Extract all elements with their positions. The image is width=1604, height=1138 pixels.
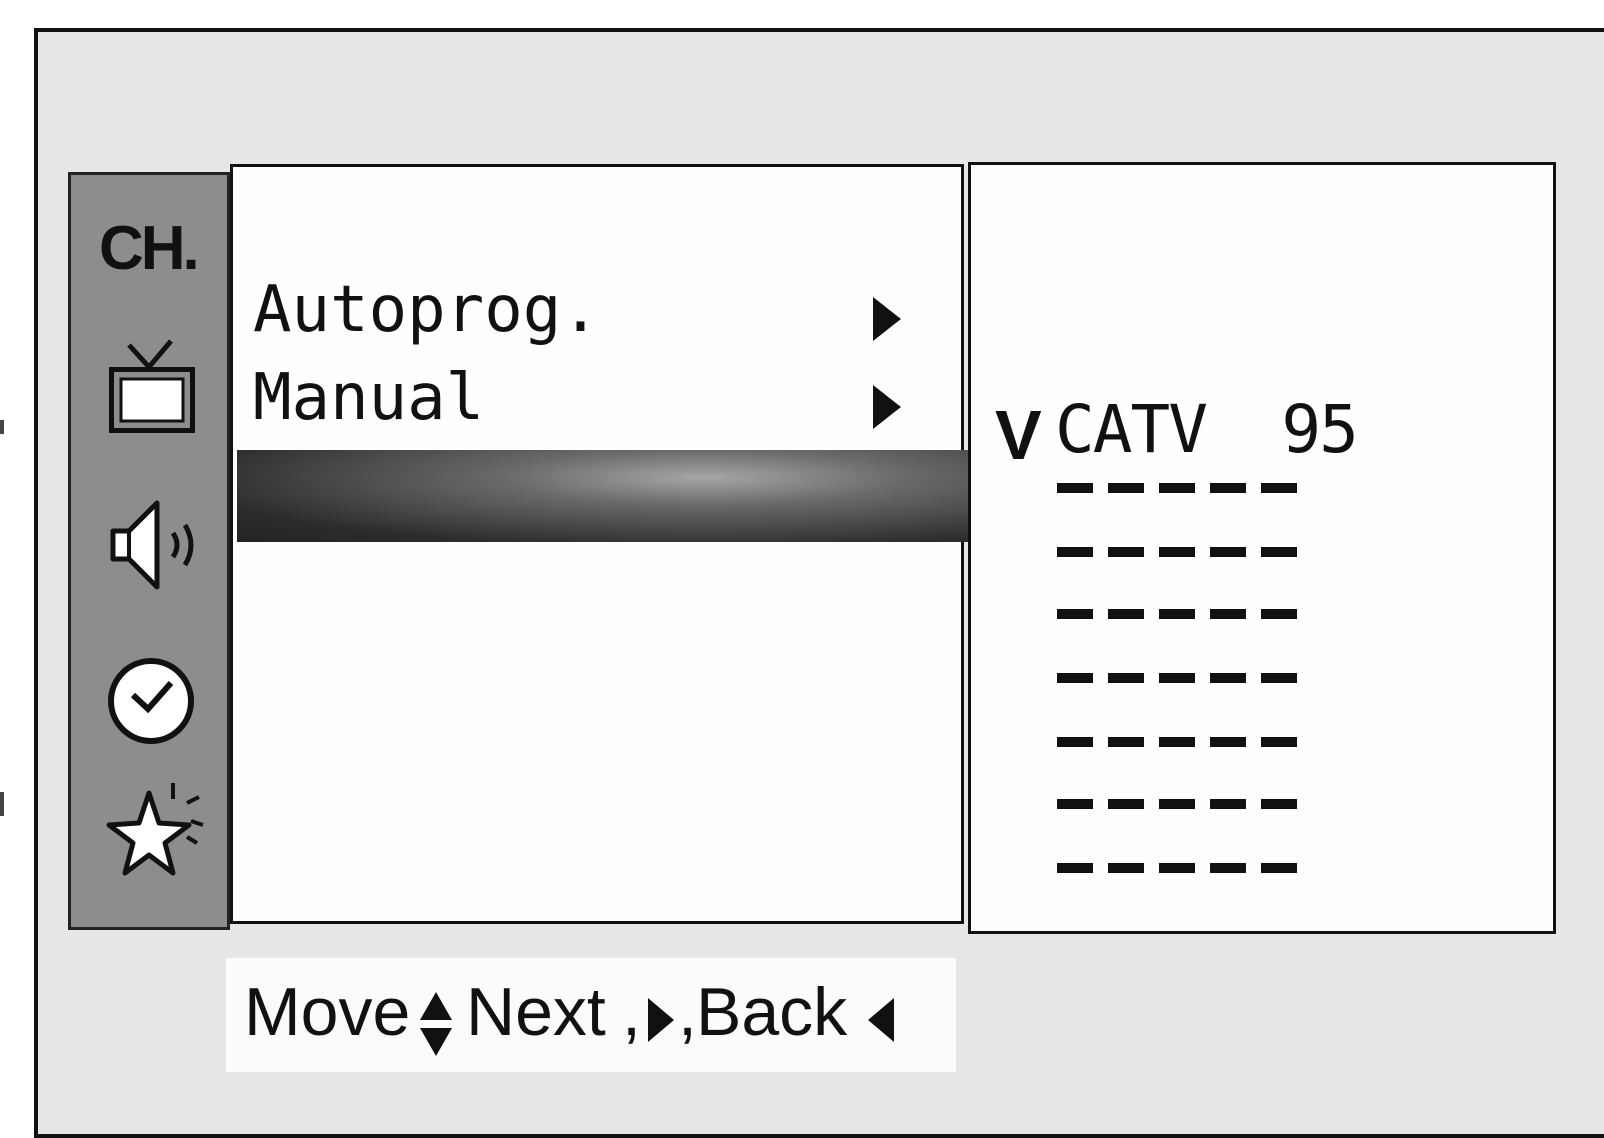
tv-icon[interactable] — [101, 335, 201, 443]
empty-channel-slot[interactable] — [1057, 609, 1297, 619]
empty-channel-slot[interactable] — [1057, 673, 1297, 683]
channel-category-label[interactable]: CH. — [99, 213, 200, 284]
menu-item-label: Manual — [253, 361, 485, 435]
edge-mark — [0, 792, 4, 816]
speaker-icon[interactable] — [101, 493, 211, 601]
separator: , — [622, 974, 641, 1050]
empty-channel-slot[interactable] — [1057, 483, 1297, 493]
star-icon[interactable] — [101, 779, 211, 883]
clock-icon[interactable] — [101, 655, 201, 755]
move-hint-label: Move — [244, 974, 411, 1050]
next-hint-label: Next — [466, 974, 606, 1050]
channel-menu-panel: Autoprog. Manual — [230, 164, 964, 924]
selection-highlight-bar[interactable] — [237, 450, 979, 542]
separator: , — [678, 974, 697, 1050]
empty-channel-slot[interactable] — [1057, 799, 1297, 809]
empty-channel-slot[interactable] — [1057, 863, 1297, 873]
channel-list-panel: V CATV 95 — [968, 162, 1556, 934]
chevron-right-icon — [871, 287, 903, 357]
back-hint-label: Back — [696, 974, 848, 1050]
empty-channel-slot[interactable] — [1057, 737, 1297, 747]
right-arrow-icon — [646, 996, 676, 1048]
chevron-right-icon — [871, 375, 903, 445]
up-down-arrow-icon — [418, 990, 454, 1064]
selected-check-mark: V — [995, 396, 1042, 474]
edge-mark — [0, 420, 4, 434]
empty-channel-slot[interactable] — [1057, 547, 1297, 557]
left-arrow-icon — [866, 996, 896, 1048]
channel-list-item[interactable]: CATV 95 — [1055, 391, 1359, 468]
menu-item-manual[interactable]: Manual — [253, 363, 913, 433]
menu-item-label: Autoprog. — [253, 273, 600, 347]
menu-category-sidebar: CH. — [68, 172, 230, 930]
navigation-hint-bar: Move Next , , Back — [226, 958, 956, 1072]
menu-item-autoprog[interactable]: Autoprog. — [253, 275, 913, 345]
